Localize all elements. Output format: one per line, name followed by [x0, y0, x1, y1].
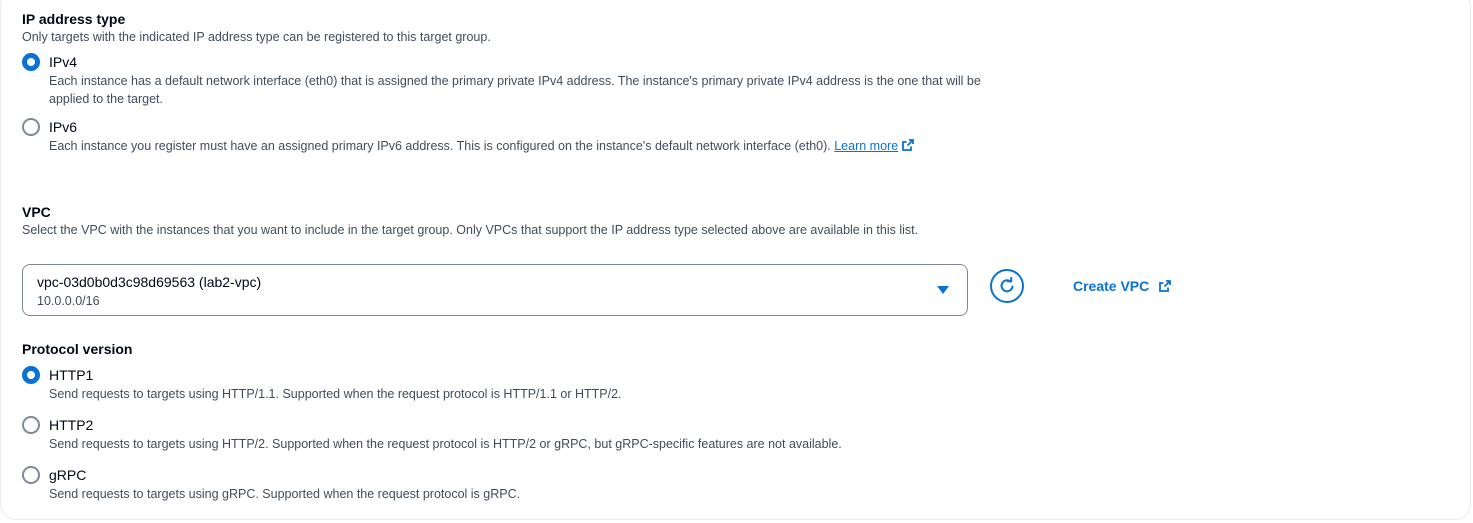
ipv6-description-block: Each instance you register must have an …: [49, 137, 982, 155]
grpc-label: gRPC: [49, 467, 87, 483]
protocol-version-title: Protocol version: [22, 341, 133, 357]
vpc-section: VPC Select the VPC with the instances th…: [22, 203, 982, 239]
create-vpc-link[interactable]: Create VPC: [1073, 276, 1172, 296]
caret-down-icon: [937, 286, 949, 294]
vpc-select[interactable]: vpc-03d0b0d3c98d69563 (lab2-vpc) 10.0.0.…: [22, 264, 968, 316]
grpc-radio[interactable]: [22, 466, 40, 484]
radio-option-http1[interactable]: HTTP1 Send requests to targets using HTT…: [22, 365, 982, 403]
ipv6-label: IPv6: [49, 119, 78, 135]
http2-radio[interactable]: [22, 416, 40, 434]
refresh-icon: [1000, 277, 1014, 293]
refresh-button[interactable]: [990, 269, 1024, 303]
grpc-description: Send requests to targets using gRPC. Sup…: [49, 487, 521, 501]
http1-description: Send requests to targets using HTTP/1.1.…: [49, 387, 622, 401]
http1-label: HTTP1: [49, 367, 94, 383]
ipv6-radio[interactable]: [22, 118, 40, 136]
vpc-description: Select the VPC with the instances that y…: [22, 223, 919, 237]
ip-address-type-section: IP address type Only targets with the in…: [22, 10, 982, 155]
radio-option-ipv4[interactable]: IPv4 Each instance has a default network…: [22, 52, 982, 108]
vpc-selected-value: vpc-03d0b0d3c98d69563 (lab2-vpc): [37, 274, 262, 290]
protocol-version-section: Protocol version HTTP1 Send requests to …: [22, 340, 982, 503]
http1-radio[interactable]: [22, 366, 40, 384]
vpc-cidr: 10.0.0.0/16: [37, 294, 100, 308]
ipv4-label: IPv4: [49, 54, 78, 70]
radio-option-ipv6[interactable]: IPv6 Each instance you register must hav…: [22, 117, 982, 155]
ipv4-radio[interactable]: [22, 53, 40, 71]
external-link-icon: [902, 139, 915, 151]
learn-more-link[interactable]: Learn more: [834, 139, 915, 153]
external-link-icon: [1159, 280, 1172, 292]
radio-option-http2[interactable]: HTTP2 Send requests to targets using HTT…: [22, 415, 982, 453]
ipv6-description: Each instance you register must have an …: [49, 139, 831, 153]
vpc-title: VPC: [22, 204, 51, 220]
ip-address-type-description: Only targets with the indicated IP addre…: [22, 30, 491, 44]
http2-label: HTTP2: [49, 417, 94, 433]
ipv4-description: Each instance has a default network inte…: [49, 74, 981, 106]
http2-description: Send requests to targets using HTTP/2. S…: [49, 437, 842, 451]
ip-address-type-title: IP address type: [22, 11, 126, 27]
radio-option-grpc[interactable]: gRPC Send requests to targets using gRPC…: [22, 465, 982, 503]
